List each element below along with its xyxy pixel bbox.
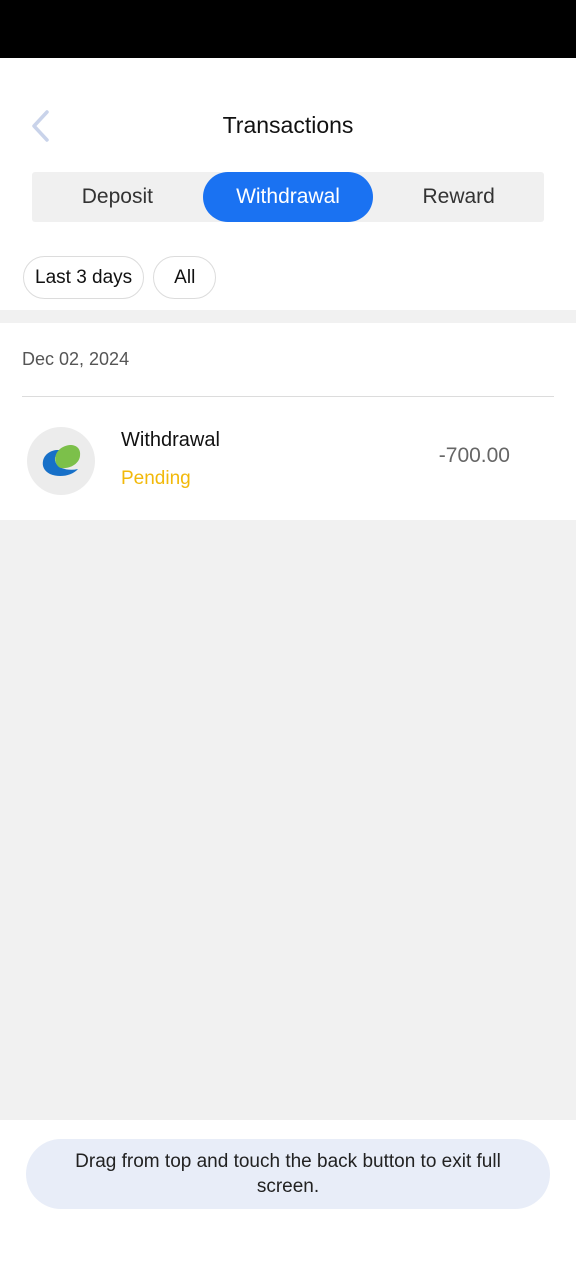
- divider: [22, 396, 554, 397]
- transaction-status: Pending: [121, 468, 191, 489]
- fullscreen-toast: Drag from top and touch the back button …: [26, 1139, 550, 1209]
- tab-reward[interactable]: Reward: [373, 172, 544, 222]
- page-title: Transactions: [222, 112, 354, 138]
- filter-date-range[interactable]: Last 3 days: [23, 256, 145, 299]
- transaction-list: Dec 02, 2024 Withdrawal Pending -700.00: [0, 323, 576, 520]
- status-bar: [0, 0, 576, 58]
- tab-deposit[interactable]: Deposit: [32, 172, 203, 222]
- transaction-avatar: [27, 427, 95, 495]
- tab-withdrawal[interactable]: Withdrawal: [202, 172, 374, 222]
- filter-bar: Last 3 days All: [23, 256, 217, 299]
- transaction-amount: -700.00: [438, 444, 510, 467]
- date-header: Dec 02, 2024: [22, 349, 130, 369]
- filter-type[interactable]: All: [153, 256, 217, 299]
- tab-bar: Deposit Withdrawal Reward: [32, 172, 544, 222]
- transaction-title: Withdrawal: [121, 429, 220, 451]
- leaf-logo-icon: [42, 445, 81, 477]
